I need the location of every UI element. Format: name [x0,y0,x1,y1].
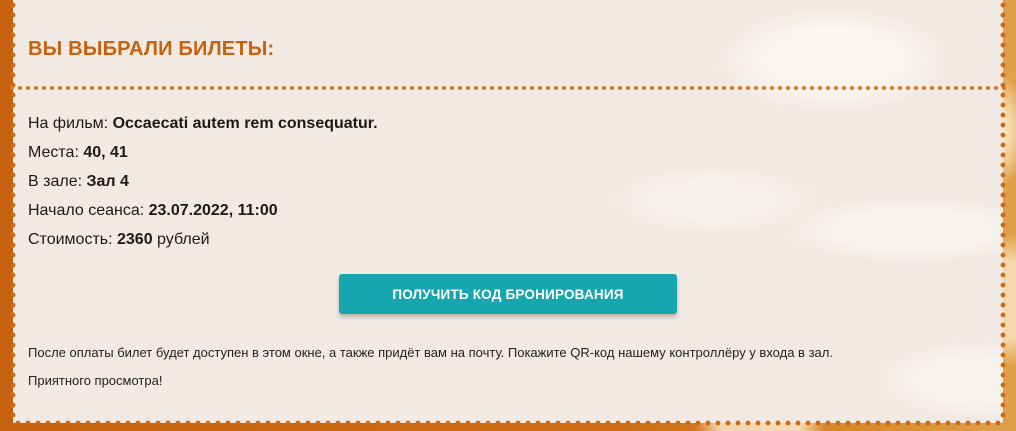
hall-label: В зале: [28,173,87,190]
ticket-header: ВЫ ВЫБРАЛИ БИЛЕТЫ: [8,0,1008,91]
farewell-text: Приятного просмотра! [28,373,163,388]
seats-label: Места: [28,144,84,161]
cost-unit: рублей [152,231,210,248]
cost-label: Стоимость: [28,231,117,248]
start-label: Начало сеанса: [28,202,149,219]
hall-value: Зал 4 [86,173,129,190]
film-label: На фильм: [28,115,113,132]
cost-value: 2360 [117,231,153,248]
film-row: На фильм: Occaecati autem rem consequatu… [28,109,378,138]
ticket-card: ВЫ ВЫБРАЛИ БИЛЕТЫ: На фильм: Occaecati a… [8,0,1008,426]
dotted-divider [8,85,1008,91]
cost-row: Стоимость: 2360 рублей [28,225,378,254]
ticket-details: На фильм: Occaecati autem rem consequatu… [28,109,378,254]
get-booking-code-button[interactable]: ПОЛУЧИТЬ КОД БРОНИРОВАНИЯ [339,274,677,314]
seats-row: Места: 40, 41 [28,138,378,167]
hint-text: После оплаты билет будет доступен в этом… [28,345,833,360]
start-row: Начало сеанса: 23.07.2022, 11:00 [28,196,378,225]
seats-value: 40, 41 [83,144,128,161]
scalloped-bottom-edge [13,420,1003,426]
page-title: ВЫ ВЫБРАЛИ БИЛЕТЫ: [28,38,275,60]
start-value: 23.07.2022, 11:00 [148,202,278,219]
hall-row: В зале: Зал 4 [28,167,378,196]
film-value: Occaecati autem rem consequatur. [112,115,378,132]
ticket-note: После оплаты билет будет доступен в этом… [28,339,833,395]
